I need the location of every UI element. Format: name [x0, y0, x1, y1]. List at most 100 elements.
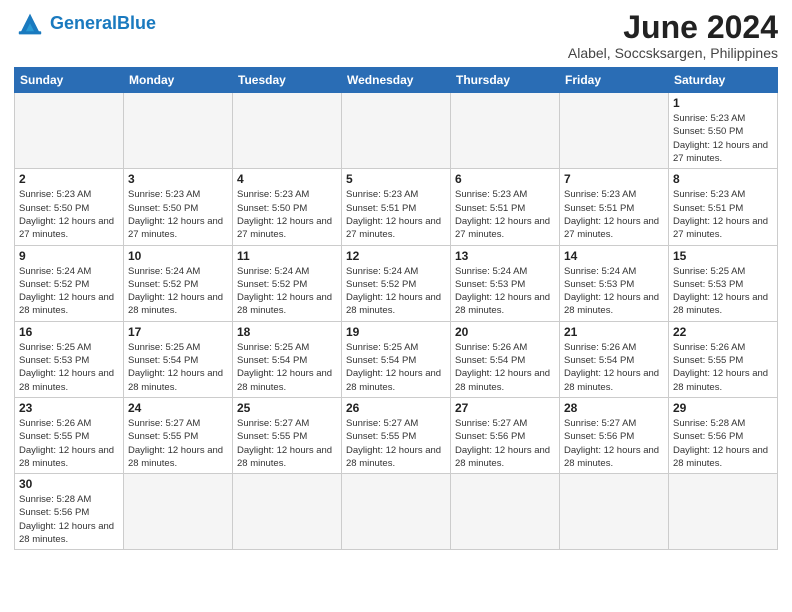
- day-info: Sunrise: 5:23 AM Sunset: 5:50 PM Dayligh…: [673, 112, 773, 165]
- calendar-cell: 24 Sunrise: 5:27 AM Sunset: 5:55 PM Dayli…: [124, 397, 233, 473]
- weekday-header: Monday: [124, 68, 233, 93]
- calendar-week-row: 30Sunrise: 5:28 AM Sunset: 5:56 PM Dayli…: [15, 474, 778, 550]
- day-number: 17: [128, 325, 228, 339]
- day-info: Sunrise: 5:23 AM Sunset: 5:51 PM Dayligh…: [564, 188, 664, 241]
- subtitle: Alabel, Soccsksargen, Philippines: [568, 45, 778, 61]
- day-info: Sunrise: 5:23 AM Sunset: 5:51 PM Dayligh…: [673, 188, 773, 241]
- day-info: Sunrise: 5:28 AM Sunset: 5:56 PM Dayligh…: [673, 417, 773, 470]
- weekday-header: Saturday: [669, 68, 778, 93]
- calendar-cell: 22Sunrise: 5:26 AM Sunset: 5:55 PM Dayli…: [669, 321, 778, 397]
- day-info: Sunrise: 5:27 AM Sunset: 5:55 PM Dayligh…: [128, 417, 228, 470]
- day-info: Sunrise: 5:26 AM Sunset: 5:55 PM Dayligh…: [673, 341, 773, 394]
- day-number: 25: [237, 401, 337, 415]
- day-info: Sunrise: 5:23 AM Sunset: 5:50 PM Dayligh…: [19, 188, 119, 241]
- logo-text: GeneralBlue: [50, 14, 156, 34]
- logo: GeneralBlue: [14, 10, 156, 38]
- calendar-week-row: 1 Sunrise: 5:23 AM Sunset: 5:50 PM Daylig…: [15, 93, 778, 169]
- calendar-cell: 28Sunrise: 5:27 AM Sunset: 5:56 PM Dayli…: [560, 397, 669, 473]
- day-info: Sunrise: 5:23 AM Sunset: 5:50 PM Dayligh…: [128, 188, 228, 241]
- calendar-cell: 9 Sunrise: 5:24 AM Sunset: 5:52 PM Daylig…: [15, 245, 124, 321]
- day-number: 21: [564, 325, 664, 339]
- day-number: 24: [128, 401, 228, 415]
- day-info: Sunrise: 5:24 AM Sunset: 5:52 PM Dayligh…: [237, 265, 337, 318]
- logo-icon: [14, 10, 46, 38]
- day-number: 8: [673, 172, 773, 186]
- calendar-cell: [669, 474, 778, 550]
- day-info: Sunrise: 5:27 AM Sunset: 5:56 PM Dayligh…: [564, 417, 664, 470]
- day-number: 20: [455, 325, 555, 339]
- day-info: Sunrise: 5:26 AM Sunset: 5:54 PM Dayligh…: [564, 341, 664, 394]
- calendar-week-row: 16Sunrise: 5:25 AM Sunset: 5:53 PM Dayli…: [15, 321, 778, 397]
- day-number: 12: [346, 249, 446, 263]
- calendar-cell: 16Sunrise: 5:25 AM Sunset: 5:53 PM Dayli…: [15, 321, 124, 397]
- day-info: Sunrise: 5:27 AM Sunset: 5:55 PM Dayligh…: [346, 417, 446, 470]
- calendar-cell: 25Sunrise: 5:27 AM Sunset: 5:55 PM Dayli…: [233, 397, 342, 473]
- calendar-cell: [560, 93, 669, 169]
- day-number: 6: [455, 172, 555, 186]
- calendar-cell: 21 Sunrise: 5:26 AM Sunset: 5:54 PM Dayli…: [560, 321, 669, 397]
- calendar-cell: 29Sunrise: 5:28 AM Sunset: 5:56 PM Dayli…: [669, 397, 778, 473]
- calendar-cell: 6 Sunrise: 5:23 AM Sunset: 5:51 PM Daylig…: [451, 169, 560, 245]
- day-number: 9: [19, 249, 119, 263]
- day-info: Sunrise: 5:24 AM Sunset: 5:52 PM Dayligh…: [346, 265, 446, 318]
- calendar-cell: [233, 93, 342, 169]
- weekday-header: Thursday: [451, 68, 560, 93]
- day-number: 13: [455, 249, 555, 263]
- calendar-week-row: 2Sunrise: 5:23 AM Sunset: 5:50 PM Daylig…: [15, 169, 778, 245]
- calendar-cell: 23 Sunrise: 5:26 AM Sunset: 5:55 PM Dayli…: [15, 397, 124, 473]
- calendar-week-row: 23 Sunrise: 5:26 AM Sunset: 5:55 PM Dayli…: [15, 397, 778, 473]
- calendar-cell: 2Sunrise: 5:23 AM Sunset: 5:50 PM Daylig…: [15, 169, 124, 245]
- day-number: 23: [19, 401, 119, 415]
- calendar-cell: 7Sunrise: 5:23 AM Sunset: 5:51 PM Daylig…: [560, 169, 669, 245]
- day-info: Sunrise: 5:25 AM Sunset: 5:54 PM Dayligh…: [346, 341, 446, 394]
- calendar-cell: [233, 474, 342, 550]
- calendar-cell: 17Sunrise: 5:25 AM Sunset: 5:54 PM Dayli…: [124, 321, 233, 397]
- title-block: June 2024 Alabel, Soccsksargen, Philippi…: [568, 10, 778, 61]
- calendar-cell: [342, 93, 451, 169]
- calendar-cell: 14 Sunrise: 5:24 AM Sunset: 5:53 PM Dayli…: [560, 245, 669, 321]
- day-info: Sunrise: 5:25 AM Sunset: 5:53 PM Dayligh…: [673, 265, 773, 318]
- day-number: 4: [237, 172, 337, 186]
- logo-general: General: [50, 13, 117, 33]
- calendar-cell: 20 Sunrise: 5:26 AM Sunset: 5:54 PM Dayli…: [451, 321, 560, 397]
- day-number: 10: [128, 249, 228, 263]
- day-info: Sunrise: 5:23 AM Sunset: 5:51 PM Dayligh…: [455, 188, 555, 241]
- calendar-header-row: SundayMondayTuesdayWednesdayThursdayFrid…: [15, 68, 778, 93]
- day-info: Sunrise: 5:28 AM Sunset: 5:56 PM Dayligh…: [19, 493, 119, 546]
- day-info: Sunrise: 5:23 AM Sunset: 5:51 PM Dayligh…: [346, 188, 446, 241]
- calendar-cell: [451, 93, 560, 169]
- day-info: Sunrise: 5:25 AM Sunset: 5:54 PM Dayligh…: [237, 341, 337, 394]
- day-info: Sunrise: 5:24 AM Sunset: 5:52 PM Dayligh…: [128, 265, 228, 318]
- day-info: Sunrise: 5:26 AM Sunset: 5:54 PM Dayligh…: [455, 341, 555, 394]
- calendar-cell: 5 Sunrise: 5:23 AM Sunset: 5:51 PM Daylig…: [342, 169, 451, 245]
- calendar-cell: 11Sunrise: 5:24 AM Sunset: 5:52 PM Dayli…: [233, 245, 342, 321]
- day-number: 16: [19, 325, 119, 339]
- day-number: 27: [455, 401, 555, 415]
- day-info: Sunrise: 5:24 AM Sunset: 5:53 PM Dayligh…: [455, 265, 555, 318]
- calendar-cell: 27Sunrise: 5:27 AM Sunset: 5:56 PM Dayli…: [451, 397, 560, 473]
- calendar-cell: [124, 93, 233, 169]
- weekday-header: Friday: [560, 68, 669, 93]
- calendar-cell: [15, 93, 124, 169]
- day-number: 5: [346, 172, 446, 186]
- calendar-cell: 26Sunrise: 5:27 AM Sunset: 5:55 PM Dayli…: [342, 397, 451, 473]
- calendar-cell: 19 Sunrise: 5:25 AM Sunset: 5:54 PM Dayli…: [342, 321, 451, 397]
- day-number: 15: [673, 249, 773, 263]
- calendar-cell: [124, 474, 233, 550]
- calendar-cell: [342, 474, 451, 550]
- logo-blue: Blue: [117, 13, 156, 33]
- calendar-cell: 18Sunrise: 5:25 AM Sunset: 5:54 PM Dayli…: [233, 321, 342, 397]
- day-number: 1: [673, 96, 773, 110]
- day-info: Sunrise: 5:24 AM Sunset: 5:52 PM Dayligh…: [19, 265, 119, 318]
- calendar-week-row: 9 Sunrise: 5:24 AM Sunset: 5:52 PM Daylig…: [15, 245, 778, 321]
- page: GeneralBlue June 2024 Alabel, Soccsksarg…: [0, 0, 792, 612]
- calendar-cell: 15 Sunrise: 5:25 AM Sunset: 5:53 PM Dayli…: [669, 245, 778, 321]
- day-info: Sunrise: 5:26 AM Sunset: 5:55 PM Dayligh…: [19, 417, 119, 470]
- calendar-cell: [451, 474, 560, 550]
- calendar-cell: 3Sunrise: 5:23 AM Sunset: 5:50 PM Daylig…: [124, 169, 233, 245]
- day-number: 14: [564, 249, 664, 263]
- calendar-cell: 13 Sunrise: 5:24 AM Sunset: 5:53 PM Dayli…: [451, 245, 560, 321]
- day-info: Sunrise: 5:24 AM Sunset: 5:53 PM Dayligh…: [564, 265, 664, 318]
- day-info: Sunrise: 5:23 AM Sunset: 5:50 PM Dayligh…: [237, 188, 337, 241]
- day-number: 19: [346, 325, 446, 339]
